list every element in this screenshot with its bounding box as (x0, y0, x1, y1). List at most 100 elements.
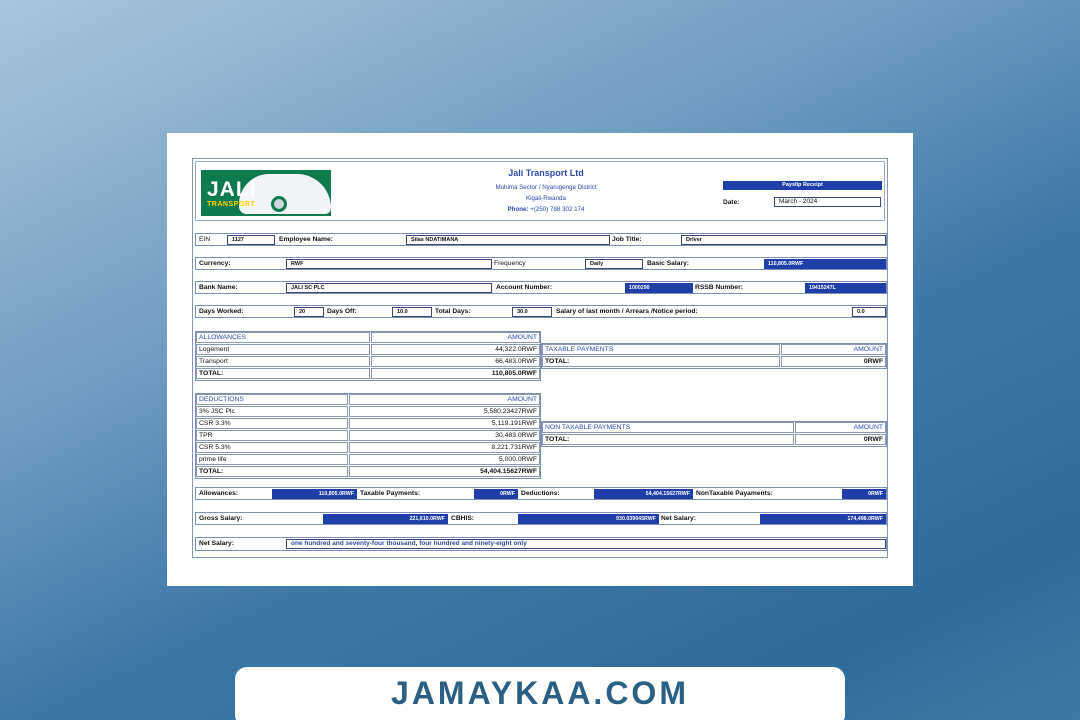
bank-name-label: Bank Name: (199, 284, 238, 291)
net-salary-value: 174,498.0RWF (760, 514, 886, 524)
bank-name-value: JALI SC PLC (286, 283, 492, 293)
days-worked-value: 20 (294, 307, 324, 317)
frequency-label: Frequency (494, 260, 526, 267)
nontaxable-title: NON TAXABLE PAYMENTS (542, 422, 794, 433)
summary-taxable-label: Taxable Payments: (360, 490, 421, 497)
allowance-amount: 44,322.0RWF (371, 344, 540, 355)
employee-name-value: Silas NDATIMANA (406, 235, 610, 245)
deductions-amount-header: AMOUNT (349, 394, 540, 405)
currency-row: Currency: RWF Frequency Daily Basic Sala… (195, 257, 887, 270)
frequency-value: Daily (585, 259, 643, 269)
net-salary-label: Net Salary: (661, 515, 696, 522)
days-off-label: Days Off: (327, 308, 357, 315)
nontaxable-total-label: TOTAL: (542, 434, 794, 445)
deduction-item: TPR (196, 430, 348, 441)
account-number-value: 1000290 (625, 283, 693, 293)
deductions-table: DEDUCTIONS AMOUNT 3% JSC Plc 5,580.23427… (195, 393, 541, 479)
deductions-title: DEDUCTIONS (196, 394, 348, 405)
deduction-amount: 5,119.191RWF (349, 418, 540, 429)
total-days-value: 30.0 (512, 307, 552, 317)
deduction-item: CSR 3.3% (196, 418, 348, 429)
currency-value: RWF (286, 259, 492, 269)
basic-salary-value: 110,805.0RWF (764, 259, 886, 269)
ein-value: 1127 (227, 235, 275, 245)
deduction-amount: 8,221.731RWF (349, 442, 540, 453)
company-name: Jali Transport Ltd (508, 168, 584, 178)
rssb-number-label: RSSB Number: (695, 284, 743, 291)
net-words-label: Net Salary: (199, 540, 234, 547)
account-number-label: Account Number: (496, 284, 553, 291)
date-label: Date: (723, 199, 740, 206)
company-address-1: Muhima Sector / Nyarugenge District (495, 184, 597, 191)
date-value: March - 2024 (774, 197, 881, 207)
taxable-payments-table: TAXABLE PAYMENTS AMOUNT TOTAL: 0RWF (541, 343, 887, 369)
deduction-item: prime life (196, 454, 348, 465)
nontaxable-amount-header: AMOUNT (795, 422, 886, 433)
allowance-item: Logement (196, 344, 370, 355)
nontaxable-total-value: 0RWF (795, 434, 886, 445)
arrears-label: Salary of last month / Arrears /Notice p… (556, 308, 698, 315)
payslip-header: JALI TRANSPORT Jali Transport Ltd Muhima… (195, 161, 885, 221)
logo-subtext: TRANSPORT (207, 201, 256, 208)
cbhis-value: 930.039045RWF (518, 514, 659, 524)
gross-row: Gross Salary: 221,610.0RWF CBHIS: 930.03… (195, 512, 887, 525)
summary-taxable-value: 0RWF (474, 489, 518, 499)
net-words-value: one hundred and seventy-four thousand, f… (286, 539, 886, 549)
employee-name-label: Employee Name: (279, 236, 333, 243)
ein-label: EIN (199, 236, 211, 243)
job-title-value: Driver (681, 235, 886, 245)
deduction-item: 3% JSC Plc (196, 406, 348, 417)
wheel-icon (271, 196, 287, 212)
summary-row: Allowances: 110,805.0RWF Taxable Payment… (195, 487, 887, 500)
taxable-title: TAXABLE PAYMENTS (542, 344, 780, 355)
days-row: Days Worked: 20 Days Off: 10.0 Total Day… (195, 305, 887, 318)
rssb-number-value: 19415247L (805, 283, 886, 293)
job-title-label: Job Title: (612, 236, 642, 243)
arrears-value: 0.0 (852, 307, 886, 317)
summary-nontaxable-value: 0RWF (842, 489, 886, 499)
net-words-row: Net Salary: one hundred and seventy-four… (195, 537, 887, 551)
summary-nontaxable-label: NonTaxable Payaments: (696, 490, 773, 497)
gross-salary-value: 221,610.0RWF (323, 514, 448, 524)
footer-banner: JAMAYKAA.COM (235, 667, 845, 720)
employee-row: EIN 1127 Employee Name: Silas NDATIMANA … (195, 233, 887, 246)
allowances-amount-header: AMOUNT (371, 332, 540, 343)
allowance-amount: 66,483.0RWF (371, 356, 540, 367)
summary-allowances-value: 110,805.0RWF (272, 489, 357, 499)
deduction-amount: 30,483.0RWF (349, 430, 540, 441)
bank-row: Bank Name: JALI SC PLC Account Number: 1… (195, 281, 887, 294)
cbhis-label: CBHIS: (451, 515, 475, 522)
total-days-label: Total Days: (435, 308, 471, 315)
payslip-document: JALI TRANSPORT Jali Transport Ltd Muhima… (192, 158, 888, 558)
logo-text: JALI (207, 178, 257, 201)
allowances-total-value: 110,805.0RWF (371, 368, 540, 379)
deduction-amount: 5,580.23427RWF (349, 406, 540, 417)
gross-salary-label: Gross Salary: (199, 515, 243, 522)
site-name[interactable]: JAMAYKAA.COM (235, 675, 845, 712)
taxable-amount-header: AMOUNT (781, 344, 886, 355)
basic-salary-label: Basic Salary: (647, 260, 690, 267)
taxable-total-value: 0RWF (781, 356, 886, 367)
payslip-card: JALI TRANSPORT Jali Transport Ltd Muhima… (167, 133, 913, 586)
days-worked-label: Days Worked: (199, 308, 244, 315)
non-taxable-payments-table: NON TAXABLE PAYMENTS AMOUNT TOTAL: 0RWF (541, 421, 887, 447)
company-phone: Phone: +(250) 788 302 174 (507, 206, 585, 213)
summary-deductions-label: Deductions: (521, 490, 560, 497)
allowances-table: ALLOWANCES AMOUNT Logement 44,322.0RWF T… (195, 331, 541, 381)
allowance-item: Transport (196, 356, 370, 367)
allowances-title: ALLOWANCES (196, 332, 370, 343)
days-off-value: 10.0 (392, 307, 432, 317)
summary-allowances-label: Allowances: (199, 490, 239, 497)
company-logo: JALI TRANSPORT (201, 170, 331, 216)
deduction-item: CSR 5.3% (196, 442, 348, 453)
company-address-2: Kigali-Rwanda (526, 195, 566, 202)
receipt-title: Payslip Receipt (723, 181, 882, 190)
deduction-amount: 5,000.0RWF (349, 454, 540, 465)
deductions-total-label: TOTAL: (196, 466, 348, 477)
company-info: Jali Transport Ltd Muhima Sector / Nyaru… (466, 168, 626, 215)
summary-deductions-value: 54,404.15627RWF (594, 489, 693, 499)
deductions-total-value: 54,404.15627RWF (349, 466, 540, 477)
allowances-total-label: TOTAL: (196, 368, 370, 379)
taxable-total-label: TOTAL: (542, 356, 780, 367)
currency-label: Currency: (199, 260, 231, 267)
